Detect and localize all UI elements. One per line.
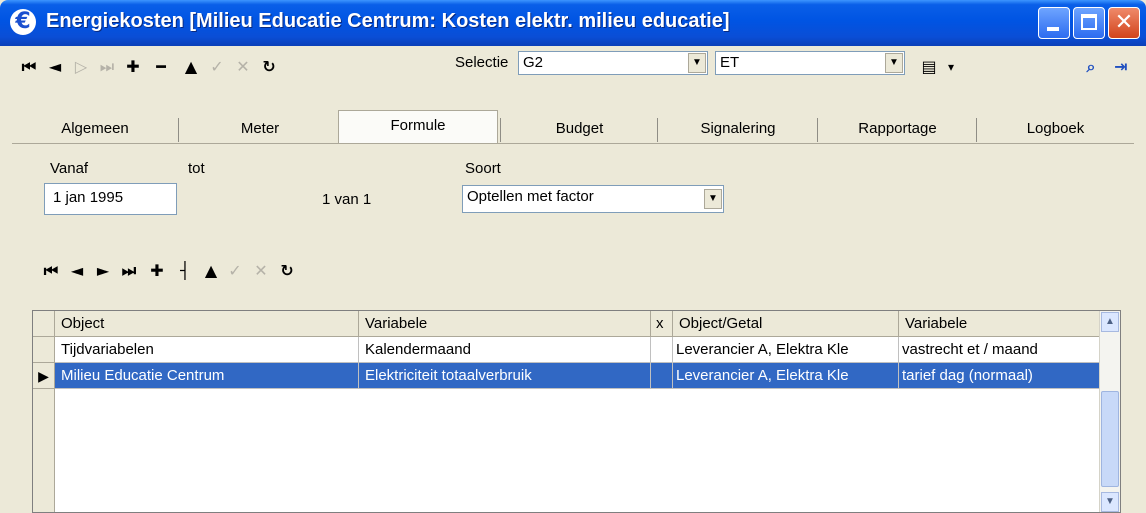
sub-cancel-button[interactable]: ✕ xyxy=(250,261,272,281)
vertical-scrollbar[interactable]: ▲ ▼ xyxy=(1099,311,1120,512)
formula-grid[interactable]: Object Variabele x Object/Getal Variabel… xyxy=(32,310,1121,513)
title-bar[interactable]: € Energiekosten [Milieu Educatie Centrum… xyxy=(0,0,1146,46)
tab-separator xyxy=(976,118,977,142)
soort-value: Optellen met factor xyxy=(467,188,594,205)
tab-strip: Algemeen Meter Formule Budget Signalerin… xyxy=(0,110,1146,144)
selectie-combo[interactable]: G2 ▼ xyxy=(518,51,708,75)
row-header-strip xyxy=(33,389,55,512)
sub-first-button[interactable]: ⏮ xyxy=(40,261,62,281)
selectie-value: G2 xyxy=(523,54,544,71)
sub-last-button[interactable]: ⏭ xyxy=(118,261,140,281)
maximize-icon xyxy=(1081,14,1097,30)
table-cell[interactable]: tarief dag (normaal) xyxy=(899,363,1101,389)
soort-select[interactable]: Optellen met factor ▼ xyxy=(462,185,724,213)
column-header-variabele-2[interactable]: Variabele xyxy=(899,311,1101,337)
previous-record-button[interactable]: ◄ xyxy=(44,57,66,77)
application-window: € Energiekosten [Milieu Educatie Centrum… xyxy=(0,0,1146,513)
vanaf-value: 1 jan 1995 xyxy=(53,189,124,206)
toolbar: ⏮ ◄ ▷ ⏭ ✚ ━ ▲ ✓ ✕ ↻ G2 ▼ ET ▼ ▤ ▾ ⌕ ⇥ xyxy=(0,46,1146,90)
app-logo-icon: € xyxy=(10,9,36,35)
tab-separator xyxy=(657,118,658,142)
column-header-x[interactable]: x xyxy=(651,311,673,337)
tab-formule[interactable]: Formule xyxy=(338,110,498,144)
close-button[interactable]: ✕ xyxy=(1108,7,1140,39)
column-header-variabele[interactable]: Variabele xyxy=(359,311,651,337)
row-selector[interactable] xyxy=(33,337,55,363)
chevron-down-icon[interactable]: ▼ xyxy=(704,189,722,209)
second-combo[interactable]: ET ▼ xyxy=(715,51,905,75)
scroll-up-icon[interactable]: ▲ xyxy=(1101,312,1119,332)
chevron-down-icon[interactable]: ▼ xyxy=(885,53,903,73)
add-record-button[interactable]: ✚ xyxy=(122,57,144,77)
tab-signalering[interactable]: Signalering xyxy=(659,114,817,144)
maximize-button[interactable] xyxy=(1073,7,1105,39)
last-record-button[interactable]: ⏭ xyxy=(96,57,118,77)
header-corner xyxy=(33,311,55,337)
column-header-object-getal[interactable]: Object/Getal xyxy=(673,311,899,337)
report-dropdown-icon[interactable]: ▾ xyxy=(940,57,962,77)
vanaf-input[interactable]: 1 jan 1995 xyxy=(44,183,177,215)
minimize-icon xyxy=(1047,27,1059,31)
scroll-down-icon[interactable]: ▼ xyxy=(1101,492,1119,512)
column-header-object[interactable]: Object xyxy=(55,311,359,337)
confirm-button[interactable]: ✓ xyxy=(206,57,228,77)
chevron-down-icon[interactable]: ▼ xyxy=(688,53,706,73)
refresh-button[interactable]: ↻ xyxy=(258,57,280,77)
sub-insert-button[interactable]: ┤ xyxy=(174,261,196,281)
sub-up-button[interactable]: ▲ xyxy=(200,261,222,281)
preview-icon[interactable]: ⌕ xyxy=(1080,57,1102,77)
report-icon[interactable]: ▤ xyxy=(918,57,940,77)
sub-previous-button[interactable]: ◄ xyxy=(66,261,88,281)
vanaf-label: Vanaf xyxy=(50,160,89,177)
tab-separator xyxy=(178,118,179,142)
move-up-button[interactable]: ▲ xyxy=(180,57,202,77)
tab-algemeen[interactable]: Algemeen xyxy=(20,114,170,144)
minimize-button[interactable] xyxy=(1038,7,1070,39)
selectie-label: Selectie xyxy=(455,54,509,71)
scroll-thumb[interactable] xyxy=(1101,391,1119,487)
sub-refresh-button[interactable]: ↻ xyxy=(276,261,298,281)
selected-row-indicator-icon[interactable]: ▶ xyxy=(33,363,55,389)
window-title: Energiekosten [Milieu Educatie Centrum: … xyxy=(46,10,730,32)
tab-meter[interactable]: Meter xyxy=(180,114,340,144)
table-cell[interactable]: Leverancier A, Elektra Kle xyxy=(673,363,899,389)
table-cell[interactable]: Milieu Educatie Centrum xyxy=(55,363,359,389)
close-icon: ✕ xyxy=(1114,10,1134,35)
tab-rapportage[interactable]: Rapportage xyxy=(819,114,976,144)
table-cell[interactable]: vastrecht et / maand xyxy=(899,337,1101,363)
second-value: ET xyxy=(720,54,740,71)
table-cell[interactable] xyxy=(651,363,673,389)
sub-confirm-button[interactable]: ✓ xyxy=(224,261,246,281)
exit-icon[interactable]: ⇥ xyxy=(1110,57,1132,77)
cancel-button[interactable]: ✕ xyxy=(232,57,254,77)
sub-add-button[interactable]: ✚ xyxy=(146,261,168,281)
table-cell[interactable]: Kalendermaand xyxy=(359,337,651,363)
delete-record-button[interactable]: ━ xyxy=(150,57,172,77)
table-cell[interactable]: Leverancier A, Elektra Kle xyxy=(673,337,899,363)
next-record-button[interactable]: ▷ xyxy=(70,57,92,77)
record-counter: 1 van 1 xyxy=(322,191,372,208)
first-record-button[interactable]: ⏮ xyxy=(18,57,40,77)
soort-label: Soort xyxy=(465,160,501,177)
table-cell[interactable]: Elektriciteit totaalverbruik xyxy=(359,363,651,389)
table-cell[interactable] xyxy=(651,337,673,363)
sub-next-button[interactable]: ► xyxy=(92,261,114,281)
tab-separator xyxy=(817,118,818,142)
table-cell[interactable]: Tijdvariabelen xyxy=(55,337,359,363)
tab-logboek[interactable]: Logboek xyxy=(978,114,1133,144)
tab-separator xyxy=(500,118,501,142)
tot-label: tot xyxy=(188,160,205,177)
tab-budget[interactable]: Budget xyxy=(502,114,657,144)
